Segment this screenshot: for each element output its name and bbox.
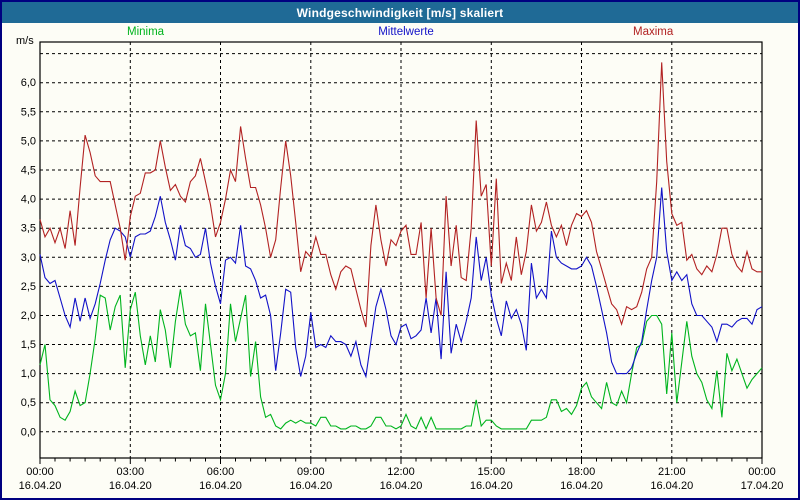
y-tick-label: 1,5 <box>21 339 36 351</box>
x-tick-time-label: 12:00 <box>387 466 415 478</box>
x-tick-time-label: 09:00 <box>297 466 325 478</box>
x-tick-date-label: 16.04.20 <box>199 480 242 492</box>
y-tick-label: 3,5 <box>21 223 36 235</box>
y-tick-label: 1,0 <box>21 368 36 380</box>
y-tick-label: 4,5 <box>21 165 36 177</box>
x-tick-date-label: 16.04.20 <box>109 480 152 492</box>
x-tick-date-label: 16.04.20 <box>289 480 332 492</box>
y-tick-label: 5,0 <box>21 135 36 147</box>
chart-svg: 6,0 5,5 5,0 4,5 4,0 3,5 3,0 2,5 2,0 1,5 1,0 0,5 0,0 0… <box>19 41 784 492</box>
y-axis-unit-label: m/s <box>16 35 34 47</box>
y-tick-label: 3,0 <box>21 252 36 264</box>
x-tick-time-label: 21:00 <box>658 466 686 478</box>
x-tick-time-label: 00:00 <box>26 466 54 478</box>
app-window: Windgeschwindigkeit [m/s] skaliert 6,0 5,… <box>0 0 800 500</box>
x-tick-date-label: 16.04.20 <box>19 480 62 492</box>
y-tick-label: 0,5 <box>21 397 36 409</box>
x-tick-date-label: 17.04.20 <box>741 480 784 492</box>
y-tick-label: 5,5 <box>21 106 36 118</box>
x-tick-time-label: 18:00 <box>568 466 596 478</box>
x-tick-time-label: 06:00 <box>207 466 235 478</box>
x-tick-time-label: 00:00 <box>748 466 776 478</box>
legend-maxima: Maxima <box>633 26 674 38</box>
y-tick-label: 4,0 <box>21 194 36 206</box>
y-tick-label: 0,0 <box>21 426 36 438</box>
legend-mittelwerte: Mittelwerte <box>378 26 434 38</box>
y-tick-label: 2,5 <box>21 281 36 293</box>
x-tick-date-label: 16.04.20 <box>380 480 423 492</box>
x-tick-time-label: 15:00 <box>478 466 506 478</box>
y-tick-label: 2,0 <box>21 310 36 322</box>
x-tick-date-label: 16.04.20 <box>470 480 513 492</box>
series-minima-line <box>39 289 763 431</box>
x-tick-time-label: 03:00 <box>117 466 145 478</box>
x-tick-date-label: 16.04.20 <box>650 480 693 492</box>
legend-minima: Minima <box>127 26 165 38</box>
y-tick-label: 6,0 <box>21 77 36 89</box>
x-tick-date-label: 16.04.20 <box>560 480 603 492</box>
